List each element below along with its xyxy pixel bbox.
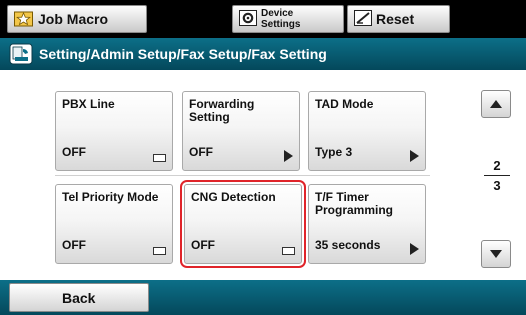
settings-panel: PBX Line OFF Forwarding Setting OFF TAD … [0, 70, 526, 280]
tile-name: Tel Priority Mode [62, 190, 159, 204]
reset-button[interactable]: Reset [347, 5, 450, 33]
reset-label: Reset [376, 11, 415, 27]
list-box-icon [282, 247, 295, 255]
tile-tf-timer-programming[interactable]: T/F Timer Programming 35 seconds [308, 184, 426, 264]
back-button[interactable]: Back [9, 283, 149, 312]
bottom-bar: Back [0, 280, 526, 315]
fax-setting-icon [9, 43, 33, 65]
list-box-icon [153, 154, 166, 162]
top-toolbar: Job Macro Device Settings Reset [0, 0, 526, 38]
arrow-right-icon [284, 150, 293, 162]
total-pages: 3 [493, 178, 501, 193]
tile-value: OFF [62, 238, 86, 252]
tile-name: T/F Timer Programming [315, 190, 394, 217]
tile-name: TAD Mode [315, 97, 374, 111]
arrow-right-icon [410, 150, 419, 162]
list-box-icon [153, 247, 166, 255]
back-label: Back [62, 289, 96, 306]
tile-value: OFF [62, 145, 86, 159]
tile-cng-detection[interactable]: CNG Detection OFF [180, 180, 306, 268]
settings-icon [239, 9, 257, 29]
arrow-up-icon [490, 100, 502, 108]
tile-tel-priority-mode[interactable]: Tel Priority Mode OFF [55, 184, 173, 264]
tile-value: Type 3 [315, 145, 353, 159]
tile-value: OFF [191, 238, 215, 252]
device-settings-line1: Device [261, 8, 294, 19]
tile-name: CNG Detection [191, 190, 276, 204]
tile-name: Forwarding Setting [189, 97, 255, 124]
row-divider [55, 175, 430, 176]
device-settings-label: Device Settings [261, 8, 300, 30]
scroll-down-button[interactable] [481, 240, 511, 268]
title-bar: Setting/Admin Setup/Fax Setup/Fax Settin… [0, 38, 526, 70]
tile-forwarding-setting[interactable]: Forwarding Setting OFF [182, 91, 300, 171]
current-page: 2 [484, 158, 510, 176]
tile-tad-mode[interactable]: TAD Mode Type 3 [308, 91, 426, 171]
device-settings-line2: Settings [261, 19, 301, 30]
arrow-down-icon [490, 250, 502, 258]
page-title: Setting/Admin Setup/Fax Setup/Fax Settin… [39, 46, 327, 62]
page-indicator: 2 3 [484, 158, 510, 193]
tile-value: 35 seconds [315, 238, 381, 252]
scroll-up-button[interactable] [481, 90, 511, 118]
tile-name: PBX Line [62, 97, 115, 111]
job-macro-button[interactable]: Job Macro [7, 5, 147, 33]
job-macro-label: Job Macro [38, 11, 109, 27]
eraser-icon [354, 9, 372, 29]
tile-value: OFF [189, 145, 213, 159]
star-icon [14, 9, 34, 30]
device-settings-button[interactable]: Device Settings [232, 5, 344, 33]
arrow-right-icon [410, 243, 419, 255]
tile-pbx-line[interactable]: PBX Line OFF [55, 91, 173, 171]
